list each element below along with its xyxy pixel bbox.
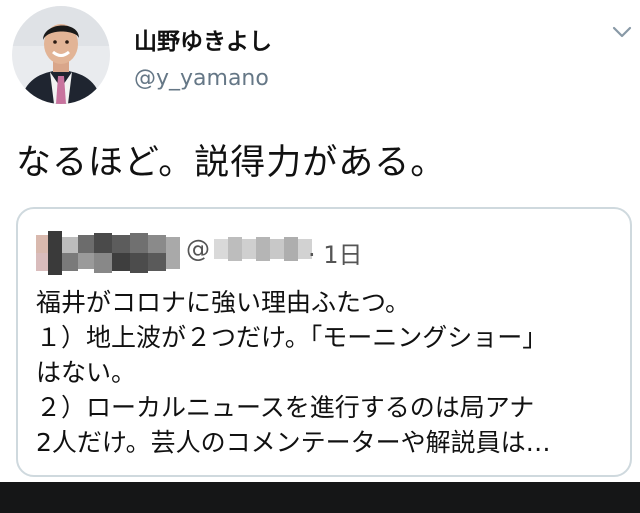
quoted-tweet-text: 福井がコロナに強い理由ふたつ。 １）地上波が２つだけ。「モーニングショー」 はな… <box>36 285 626 460</box>
quoted-text-line: 福井がコロナに強い理由ふたつ。 <box>36 288 411 317</box>
blurred-quoted-author-name <box>36 231 182 275</box>
chevron-down-icon[interactable] <box>612 24 632 40</box>
profile-photo-icon <box>12 6 110 104</box>
quoted-author-handle-prefix[interactable]: @ <box>186 235 210 263</box>
quoted-tweet-timestamp[interactable]: · 1日 <box>308 235 363 270</box>
quoted-text-line: ２）ローカルニュースを進行するのは局アナ <box>36 393 535 422</box>
quoted-tweet[interactable]: @ · 1日 福井がコロナに強い理由ふたつ。 １）地上波が２つだけ。「モーニング… <box>16 207 632 477</box>
quoted-text-line: １）地上波が２つだけ。「モーニングショー」 <box>36 323 548 352</box>
avatar[interactable] <box>12 6 110 104</box>
bottom-bar <box>0 482 640 513</box>
quoted-text-line: はない。 <box>36 358 137 387</box>
author-handle[interactable]: @y_yamano <box>134 66 269 91</box>
quoted-text-line: 2人だけ。芸人のコメンテーターや解説員は… <box>36 428 551 457</box>
tweet-text: なるほど。説得力がある。 <box>16 143 447 183</box>
blurred-quoted-author-handle <box>214 237 312 261</box>
tweet-card: 山野ゆきよし @y_yamano なるほど。説得力がある。 @ · 1日 福井が… <box>0 0 640 482</box>
author-display-name[interactable]: 山野ゆきよし <box>134 22 272 56</box>
